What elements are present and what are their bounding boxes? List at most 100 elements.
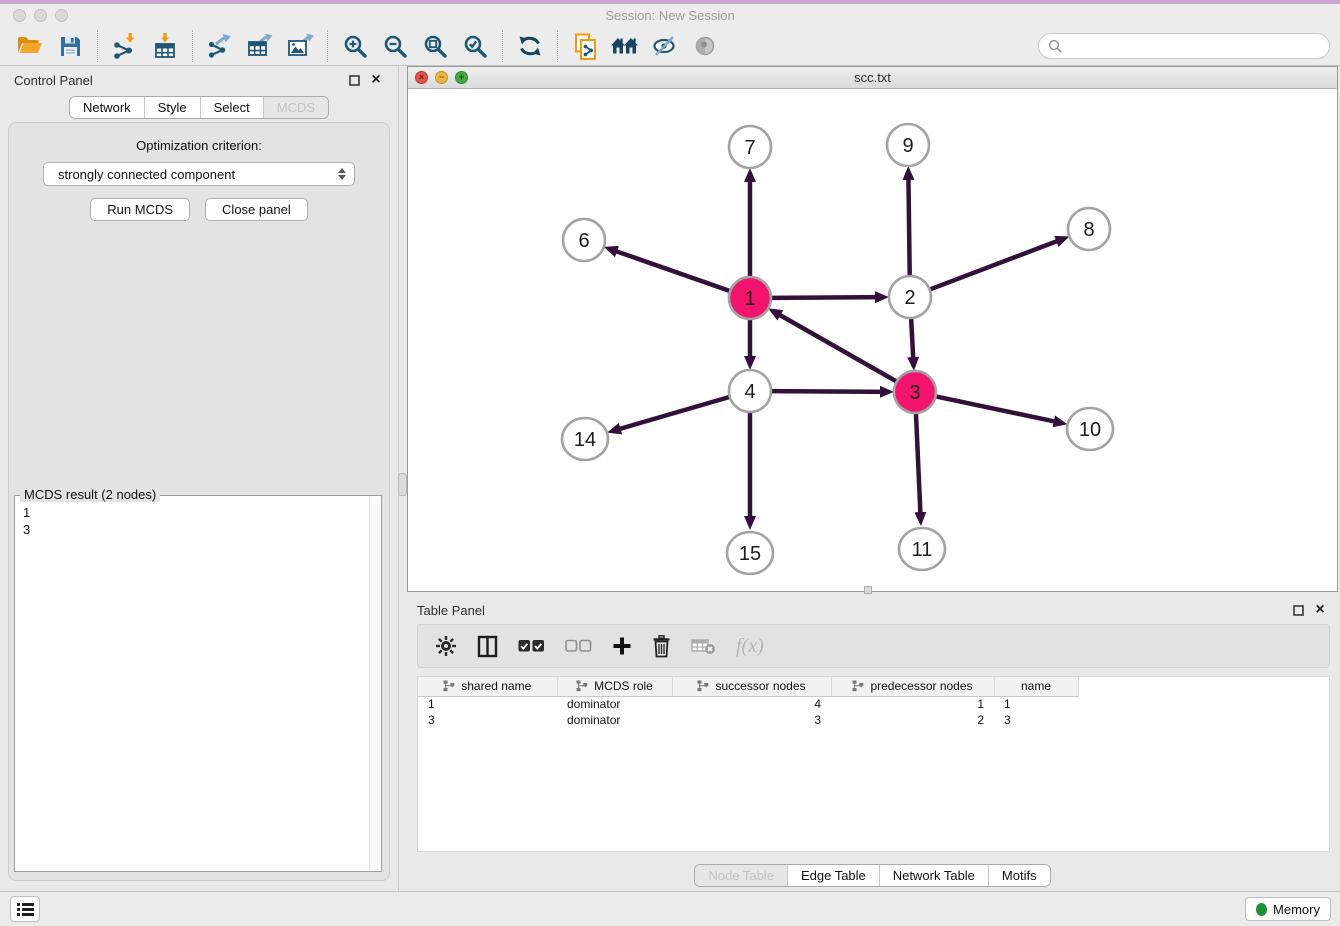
optimization-criterion-dropdown[interactable]: strongly connected component <box>43 162 355 186</box>
network-window-titlebar[interactable]: × − + scc.txt <box>408 67 1337 89</box>
import-network-button[interactable] <box>105 29 145 63</box>
show-graphics-button[interactable] <box>685 29 725 63</box>
apply-layout-button[interactable] <box>510 29 550 63</box>
close-panel-button[interactable]: Close panel <box>205 198 308 221</box>
result-scrollbar[interactable] <box>369 497 380 870</box>
first-neighbors-button[interactable] <box>605 29 645 63</box>
search-input[interactable] <box>1068 39 1320 54</box>
network-canvas[interactable]: 7 9 6 8 1 2 4 3 14 10 15 11 <box>408 89 1337 591</box>
node-3[interactable]: 3 <box>894 371 936 413</box>
table-options-button[interactable] <box>435 635 457 657</box>
hide-selected-button[interactable] <box>645 29 685 63</box>
eye-disabled-icon <box>693 34 717 58</box>
checked-boxes-icon <box>518 639 545 653</box>
add-column-button[interactable] <box>612 636 632 656</box>
network-maximize-button[interactable]: + <box>455 71 468 84</box>
splitter-handle[interactable] <box>398 473 407 496</box>
zoom-fit-icon <box>423 34 448 59</box>
minimize-window-button[interactable] <box>34 9 47 22</box>
canvas-resize-handle[interactable] <box>864 586 872 594</box>
column-label: predecessor nodes <box>870 679 972 693</box>
import-table-button[interactable] <box>145 29 185 63</box>
toolbar-separator <box>557 30 558 62</box>
node-6[interactable]: 6 <box>563 219 605 261</box>
memory-button[interactable]: Memory <box>1245 897 1331 921</box>
cell-name[interactable]: 3 <box>994 712 1078 728</box>
dropdown-stepper-icon <box>338 168 346 180</box>
cell-predecessor-nodes[interactable]: 1 <box>831 696 994 712</box>
cell-mcds-role[interactable]: dominator <box>557 712 672 728</box>
save-session-button[interactable] <box>50 29 90 63</box>
task-history-button[interactable] <box>10 896 40 922</box>
duplicate-network-button[interactable] <box>565 29 605 63</box>
tab-node-table[interactable]: Node Table <box>695 865 788 886</box>
column-header-successor-nodes[interactable]: successor nodes <box>672 677 831 696</box>
float-table-panel-icon[interactable] <box>1290 602 1306 618</box>
edge-4-14[interactable] <box>612 397 729 431</box>
cell-successor-nodes[interactable]: 3 <box>672 712 831 728</box>
zoom-fit-button[interactable] <box>415 29 455 63</box>
network-window-title: scc.txt <box>854 70 891 85</box>
zoom-selected-button[interactable] <box>455 29 495 63</box>
network-close-button[interactable]: × <box>415 71 428 84</box>
tab-edge-table[interactable]: Edge Table <box>788 865 880 886</box>
node-2[interactable]: 2 <box>889 276 931 318</box>
close-table-panel-icon[interactable]: × <box>1312 602 1328 618</box>
cell-shared-name[interactable]: 1 <box>418 696 557 712</box>
tab-network[interactable]: Network <box>70 97 145 118</box>
cell-mcds-role[interactable]: dominator <box>557 696 672 712</box>
tab-style[interactable]: Style <box>145 97 201 118</box>
node-8[interactable]: 8 <box>1068 208 1110 250</box>
export-network-button[interactable] <box>200 29 240 63</box>
deselect-all-button[interactable] <box>565 639 592 653</box>
open-session-button[interactable] <box>10 29 50 63</box>
node-7[interactable]: 7 <box>729 126 771 168</box>
close-panel-icon[interactable]: × <box>368 72 384 88</box>
cell-name[interactable]: 1 <box>994 696 1078 712</box>
tab-motifs[interactable]: Motifs <box>989 865 1050 886</box>
zoom-window-button[interactable] <box>55 9 68 22</box>
edge-2-9[interactable] <box>908 171 909 275</box>
export-table-button[interactable] <box>240 29 280 63</box>
edge-4-3[interactable] <box>772 391 889 392</box>
zoom-in-button[interactable] <box>335 29 375 63</box>
tab-network-table[interactable]: Network Table <box>880 865 989 886</box>
node-4[interactable]: 4 <box>729 370 771 412</box>
network-minimize-button[interactable]: − <box>435 71 448 84</box>
edge-1-6[interactable] <box>609 249 730 291</box>
run-mcds-button[interactable]: Run MCDS <box>90 198 190 221</box>
tab-select[interactable]: Select <box>201 97 264 118</box>
edge-3-10[interactable] <box>937 397 1063 424</box>
table-panel-title: Table Panel <box>417 603 485 618</box>
select-all-button[interactable] <box>518 639 545 653</box>
node-1[interactable]: 1 <box>729 277 771 319</box>
column-visibility-button[interactable] <box>477 635 498 658</box>
tab-mcds[interactable]: MCDS <box>264 97 328 118</box>
cell-successor-nodes[interactable]: 4 <box>672 696 831 712</box>
column-header-mcds-role[interactable]: MCDS role <box>557 677 672 696</box>
edge-2-8[interactable] <box>931 238 1065 289</box>
node-14[interactable]: 14 <box>562 418 608 460</box>
column-header-shared-name[interactable]: shared name <box>418 677 557 696</box>
edge-3-11[interactable] <box>916 414 921 521</box>
close-window-button[interactable] <box>13 9 26 22</box>
column-header-predecessor-nodes[interactable]: predecessor nodes <box>831 677 994 696</box>
delete-column-button[interactable] <box>652 635 671 658</box>
node-10[interactable]: 10 <box>1067 408 1113 450</box>
edge-3-1[interactable] <box>773 311 896 381</box>
zoom-out-button[interactable] <box>375 29 415 63</box>
node-9[interactable]: 9 <box>887 124 929 166</box>
cell-predecessor-nodes[interactable]: 2 <box>831 712 994 728</box>
delete-table-button <box>691 637 716 655</box>
node-15[interactable]: 15 <box>727 532 773 574</box>
edge-1-2[interactable] <box>772 297 884 298</box>
float-panel-icon[interactable] <box>346 72 362 88</box>
cell-shared-name[interactable]: 3 <box>418 712 557 728</box>
export-image-button[interactable] <box>280 29 320 63</box>
node-11[interactable]: 11 <box>899 528 945 570</box>
memory-status-icon <box>1256 903 1267 916</box>
column-header-name[interactable]: name <box>994 677 1078 696</box>
export-network-icon <box>207 33 233 59</box>
zoom-selected-icon <box>463 34 488 59</box>
edge-2-3[interactable] <box>911 319 913 366</box>
